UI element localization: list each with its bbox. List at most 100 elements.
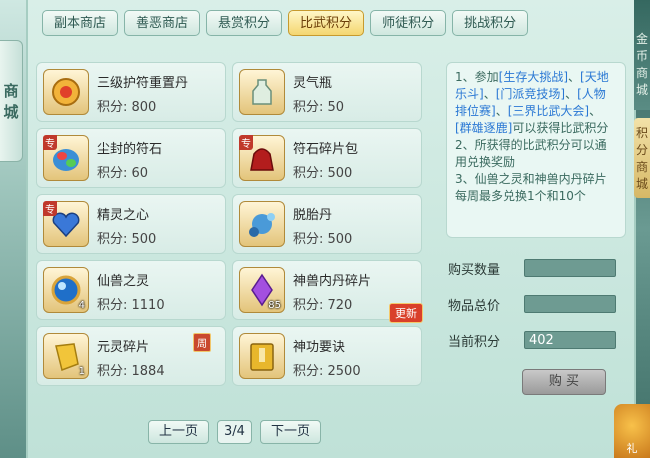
rules-text: 、 <box>565 87 578 101</box>
tab-3[interactable]: 比武积分 <box>288 10 365 36</box>
gold-tab-char: 币 <box>635 49 648 63</box>
activity-link[interactable]: [门派竞技场] <box>496 87 565 101</box>
points-tab-char: 积 <box>635 126 648 140</box>
item-icon-frame <box>43 69 89 115</box>
item-icon-frame: 4 <box>43 267 89 313</box>
shop-item-card[interactable]: 专 尘封的符石 积分: 60 <box>36 128 226 188</box>
shop-panel: 副本商店 善恶商店 悬赏积分 比武积分 师徒积分 挑战积分 三级护符重置丹 积分: 800 灵… <box>26 0 636 458</box>
item-name: 尘封的符石 <box>97 142 163 157</box>
next-page-button[interactable]: 下一页 <box>259 420 321 444</box>
jade-bottle-icon <box>252 79 272 105</box>
total-price-value <box>524 295 616 313</box>
rules-text: 可以获得比武积分 <box>512 121 609 135</box>
item-name: 神功要诀 <box>293 340 346 355</box>
item-name: 灵气瓶 <box>293 76 333 91</box>
points-tab-char: 商 <box>635 160 648 174</box>
item-icon-frame <box>239 69 285 115</box>
item-name: 精灵之心 <box>97 208 150 223</box>
gold-tab-char: 金 <box>635 32 648 46</box>
item-price: 积分: 800 <box>97 100 157 115</box>
shop-item-card[interactable]: 4 仙兽之灵积分: 1110 <box>36 260 226 320</box>
exclusive-tag: 专 <box>43 201 57 216</box>
item-icon-frame <box>239 333 285 379</box>
tab-5[interactable]: 挑战积分 <box>452 10 529 36</box>
mall-side-tab[interactable]: 商 城 <box>0 40 23 162</box>
purchase-form: 购买数量 物品总价 当前积分 402 <box>448 258 628 366</box>
item-name: 神兽内丹碎片 <box>293 274 372 289</box>
gold-charm-pill-icon <box>52 78 80 106</box>
activity-link[interactable]: [三界比武大会] <box>508 104 589 118</box>
rules-text: 、 <box>568 70 581 84</box>
total-price-label: 物品总价 <box>448 298 501 314</box>
item-price: 积分: 500 <box>293 166 353 181</box>
rules-text: 、 <box>589 104 602 118</box>
item-price: 积分: 1884 <box>97 364 165 379</box>
shop-item-card[interactable]: 1 元灵碎片积分: 1884 周 <box>36 326 226 386</box>
item-name: 三级护符重置丹 <box>97 76 189 91</box>
item-quantity: 4 <box>78 300 85 311</box>
shop-item-card[interactable]: 灵气瓶积分: 50 <box>232 62 422 122</box>
weekly-badge: 周 <box>193 333 211 352</box>
tab-1[interactable]: 善恶商店 <box>124 10 201 36</box>
page-indicator: 3/4 <box>217 420 252 444</box>
gold-mall-side-tab[interactable]: 金 币 商 城 <box>634 0 650 110</box>
shop-item-card[interactable]: 神功要诀积分: 2500 <box>232 326 422 386</box>
item-icon-frame <box>239 201 285 247</box>
buy-button[interactable]: 购 买 <box>522 369 606 395</box>
current-points-value: 402 <box>524 331 616 349</box>
gold-tab-char: 商 <box>635 66 648 80</box>
rules-text: 、 <box>483 87 496 101</box>
item-quantity: 1 <box>78 366 85 377</box>
item-icon-frame: 85 <box>239 267 285 313</box>
points-tab-char: 分 <box>635 143 648 157</box>
updated-badge: 更新 <box>389 303 423 323</box>
item-price: 积分: 2500 <box>293 364 361 379</box>
item-grid: 三级护符重置丹 积分: 800 灵气瓶 积分: 50 专尘封的符石 积分: 60 专符石碎片… <box>36 62 424 386</box>
current-points-label: 当前积分 <box>448 334 501 350</box>
skill-book-icon <box>250 343 274 371</box>
points-mall-side-tab[interactable]: 积 分 商 城 <box>634 118 650 198</box>
tab-bar: 副本商店 善恶商店 悬赏积分 比武积分 师徒积分 挑战积分 <box>42 10 529 36</box>
item-name: 脱胎丹 <box>293 208 333 223</box>
prev-page-button[interactable]: 上一页 <box>148 420 210 444</box>
item-name: 仙兽之灵 <box>97 274 150 289</box>
gift-icon[interactable]: 礼 <box>614 404 650 458</box>
mall-tab-char: 商 <box>3 82 19 100</box>
item-price: 积分: 1110 <box>97 298 165 313</box>
activity-link[interactable]: [生存大挑战] <box>499 70 568 84</box>
rules-text: 、 <box>495 104 508 118</box>
tab-2[interactable]: 悬赏积分 <box>206 10 283 36</box>
rules-text: 2、所获得的比武积分可以通用兑换奖励 <box>455 138 607 169</box>
qty-label: 购买数量 <box>448 262 501 278</box>
exclusive-tag: 专 <box>239 135 253 150</box>
mall-tab-char: 城 <box>3 103 19 121</box>
item-price: 积分: 500 <box>293 232 353 247</box>
item-name: 符石碎片包 <box>293 142 359 157</box>
rules-text: 3、仙兽之灵和神兽内丹碎片每周最多兑换1个和10个 <box>455 172 607 203</box>
item-price: 积分: 500 <box>97 232 157 247</box>
shop-item-card[interactable]: 三级护符重置丹 积分: 800 <box>36 62 226 122</box>
shop-item-card[interactable]: 专 符石碎片包积分: 500 <box>232 128 422 188</box>
activity-link[interactable]: [群雄逐鹿] <box>455 121 512 135</box>
item-price: 积分: 720 <box>293 298 353 313</box>
shop-item-card[interactable]: 脱胎丹积分: 500 <box>232 194 422 254</box>
pager: 上一页 3/4 下一页 <box>148 420 321 444</box>
item-quantity: 85 <box>268 300 281 311</box>
tab-0[interactable]: 副本商店 <box>42 10 119 36</box>
item-icon-frame: 专 <box>43 201 89 247</box>
gold-tab-char: 城 <box>635 83 648 97</box>
item-name: 元灵碎片 <box>97 340 150 355</box>
item-icon-frame: 专 <box>239 135 285 181</box>
qty-input[interactable] <box>524 259 616 277</box>
rebirth-pill-icon <box>249 213 275 237</box>
points-tab-char: 城 <box>635 177 648 191</box>
item-icon-frame: 专 <box>43 135 89 181</box>
tab-4[interactable]: 师徒积分 <box>370 10 447 36</box>
rules-text: 1、参加 <box>455 70 499 84</box>
item-price: 积分: 50 <box>293 100 345 115</box>
item-icon-frame: 1 <box>43 333 89 379</box>
exclusive-tag: 专 <box>43 135 57 150</box>
shop-item-card[interactable]: 专 精灵之心积分: 500 <box>36 194 226 254</box>
shop-item-card[interactable]: 85 神兽内丹碎片 积分: 720 更新 <box>232 260 423 323</box>
rules-info-box: 1、参加[生存大挑战]、[天地乐斗]、[门派竞技场]、[人物排位赛]、[三界比武… <box>446 62 626 238</box>
